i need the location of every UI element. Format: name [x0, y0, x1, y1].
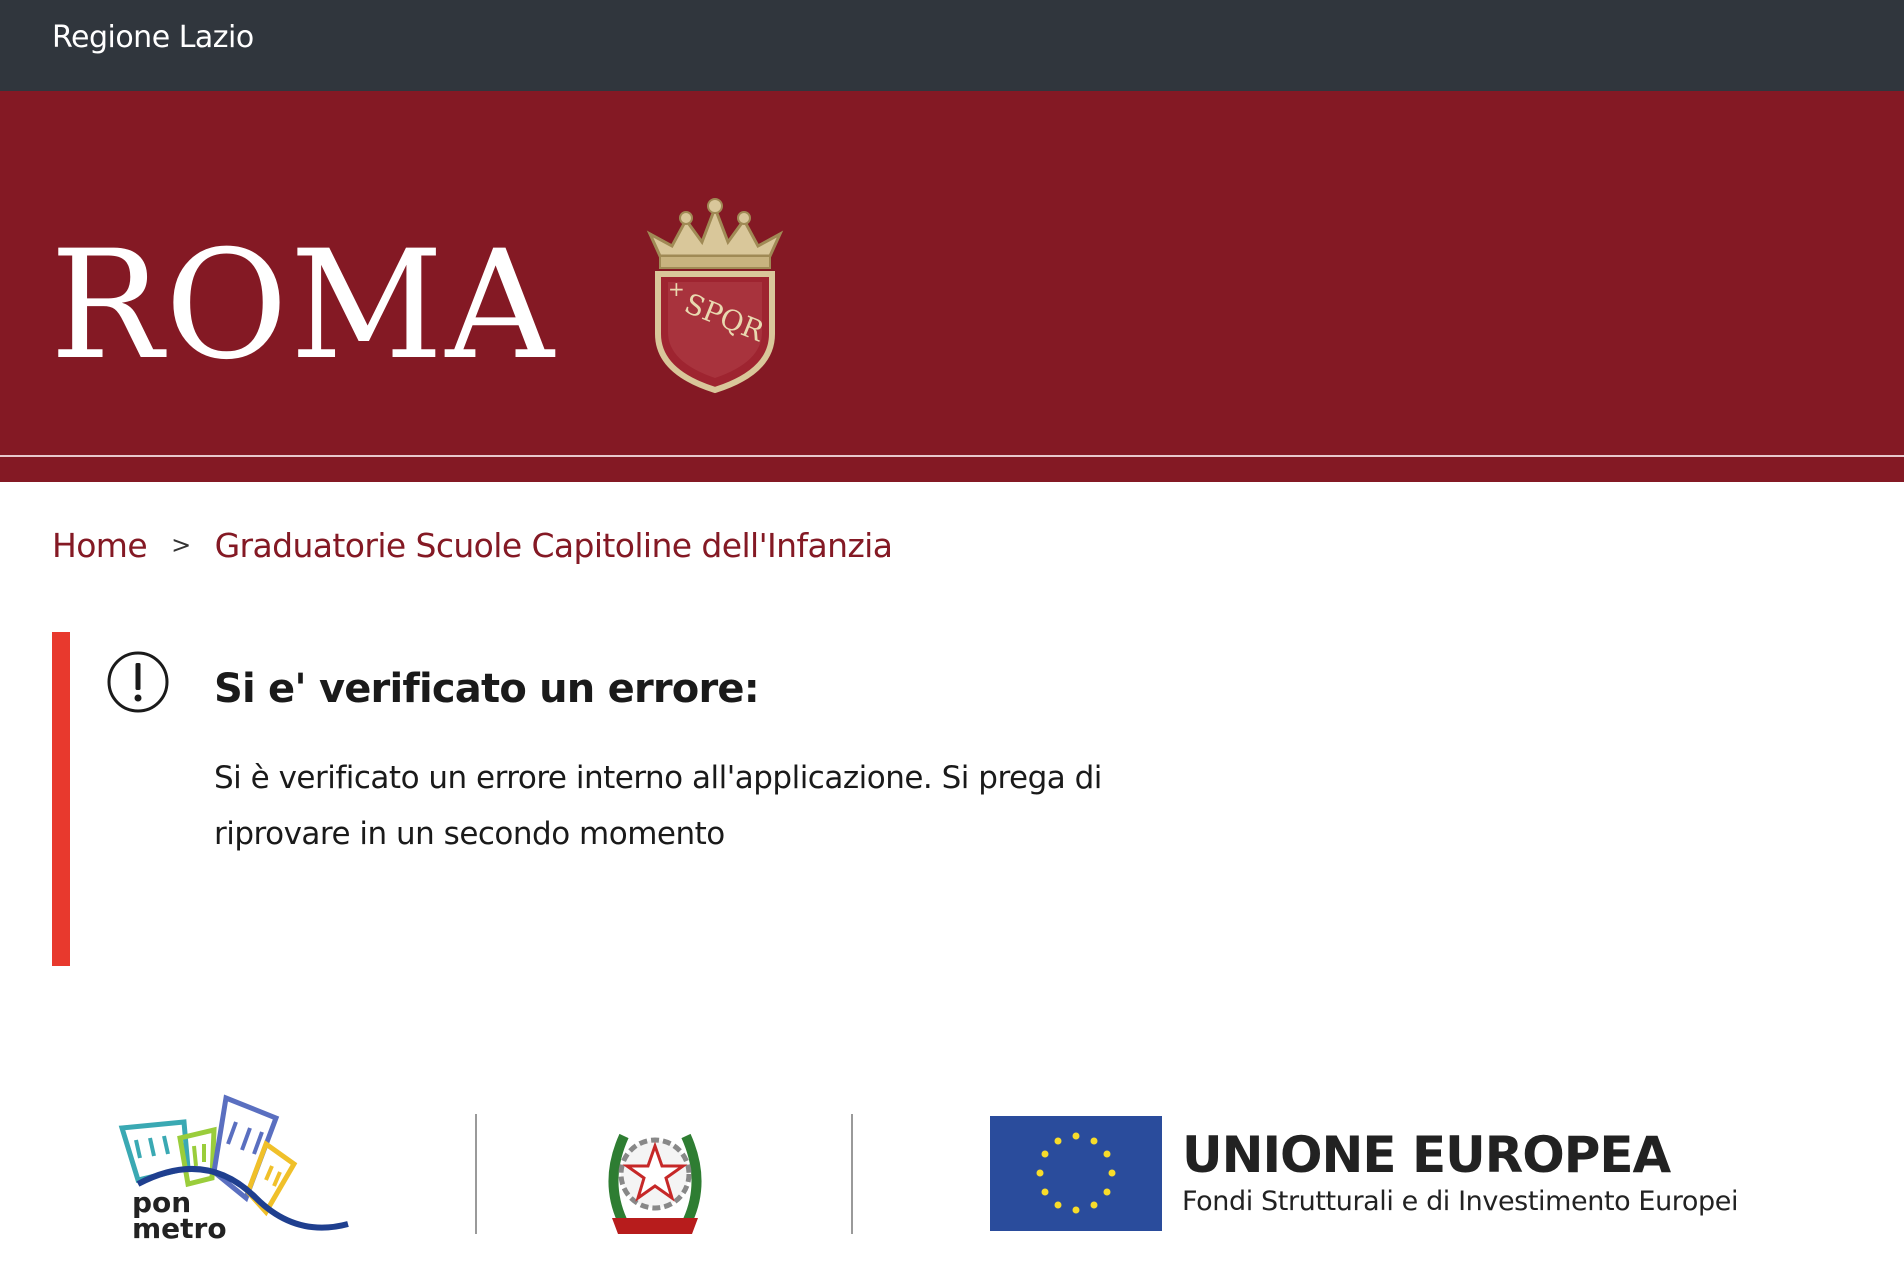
- spqr-crest-icon: SPQR +: [646, 198, 784, 394]
- breadcrumb: Home > Graduatorie Scuole Capitoline del…: [52, 520, 893, 570]
- pon-metro-text-metro: metro: [132, 1212, 227, 1245]
- exclamation-circle-icon: [107, 651, 169, 713]
- crest-cross-icon: +: [668, 277, 685, 301]
- eu-title: UNIONE EUROPEA: [1182, 1126, 1671, 1184]
- repubblica-italiana-emblem-icon[interactable]: [600, 1110, 710, 1240]
- brand-title: ROMA: [50, 219, 556, 393]
- breadcrumb-graduatorie[interactable]: Graduatorie Scuole Capitoline dell'Infan…: [215, 526, 893, 565]
- alert-message: Si è verificato un errore interno all'ap…: [214, 760, 1102, 852]
- top-bar: Regione Lazio: [0, 0, 1904, 91]
- breadcrumb-home[interactable]: Home: [52, 526, 148, 565]
- footer-logos: pon metro UNIONE EUROPEA Fondi Struttura…: [0, 1080, 1904, 1260]
- footer-separator: [851, 1114, 853, 1234]
- alert-title: Si e' verificato un errore:: [214, 666, 760, 712]
- alert-accent-bar: [52, 632, 70, 966]
- regione-lazio-link[interactable]: Regione Lazio: [52, 18, 254, 58]
- breadcrumb-separator: >: [171, 531, 191, 559]
- brand-header: ROMA SPQR +: [0, 91, 1904, 482]
- pon-metro-logo[interactable]: pon metro: [116, 1088, 356, 1248]
- footer-separator: [475, 1114, 477, 1234]
- eu-subtitle: Fondi Strutturali e di Investimento Euro…: [1182, 1186, 1739, 1217]
- brand-divider: [0, 455, 1904, 457]
- error-alert: Si e' verificato un errore: Si è verific…: [52, 632, 1152, 966]
- eu-flag-icon[interactable]: [990, 1116, 1162, 1231]
